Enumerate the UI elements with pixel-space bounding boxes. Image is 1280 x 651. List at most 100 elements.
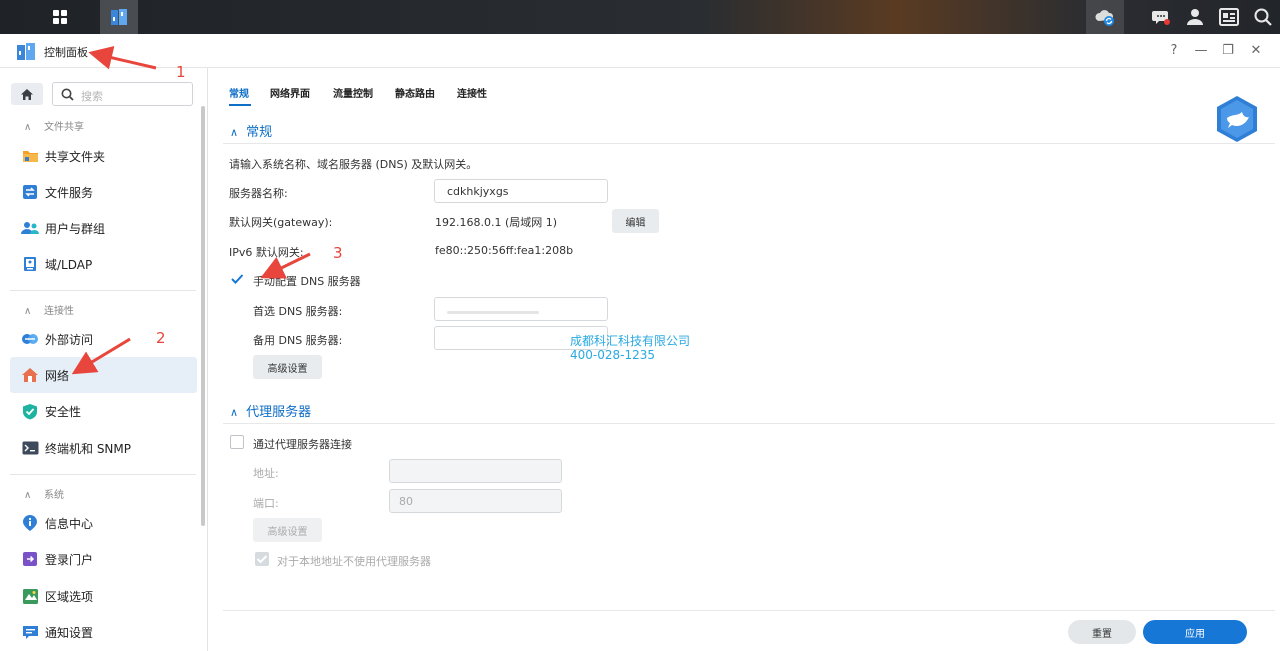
- tab-network-interface[interactable]: 网络界面: [270, 85, 310, 100]
- proxy-connect-checkbox[interactable]: [230, 435, 244, 449]
- control-panel-taskbar-button[interactable]: [100, 0, 138, 34]
- sidebar-item-label: 网络: [45, 368, 70, 383]
- gateway-label: 默认网关(gateway):: [229, 216, 333, 229]
- sidebar: 搜索 ∧ 文件共享 共享文件夹 文件服务 用户与群组 域/LDAP ∧ 连接性 外部…: [0, 68, 208, 651]
- server-name-value: cdkhkjyxgs: [447, 185, 509, 198]
- sidebar-item-terminal-snmp[interactable]: 终端机和 SNMP: [10, 430, 197, 466]
- group-header-general[interactable]: ∧ 常规: [230, 121, 272, 140]
- close-button[interactable]: ✕: [1248, 43, 1264, 58]
- sidebar-item-login-portal[interactable]: 登录门户: [10, 541, 197, 577]
- active-tab-indicator: [229, 104, 251, 106]
- terminal-icon: [21, 439, 39, 457]
- sidebar-item-file-services[interactable]: 文件服务: [10, 174, 197, 210]
- chevron-up-icon: ∧: [230, 406, 239, 419]
- annotation-number-2: 2: [156, 329, 166, 347]
- control-panel-app-icon: [17, 43, 35, 60]
- user-icon: [1187, 9, 1203, 25]
- window-header: 控制面板 ? — ❐ ✕: [0, 34, 1280, 68]
- section-header-connectivity[interactable]: ∧ 连接性: [24, 302, 74, 317]
- ipv6-gateway-label: IPv6 默认网关:: [229, 246, 304, 259]
- server-name-field[interactable]: cdkhkjyxgs: [434, 179, 608, 203]
- bypass-local-checkbox[interactable]: [255, 552, 269, 566]
- domain-ldap-icon: [21, 255, 39, 273]
- section-title: 系统: [44, 490, 64, 501]
- sidebar-item-domain-ldap[interactable]: 域/LDAP: [10, 246, 197, 282]
- sidebar-item-label: 通知设置: [45, 625, 94, 640]
- redacted-mask: [447, 311, 539, 314]
- alternate-dns-label: 备用 DNS 服务器:: [253, 334, 343, 347]
- help-button[interactable]: ?: [1166, 43, 1182, 58]
- chevron-up-icon: ∧: [230, 126, 239, 139]
- tab-static-route[interactable]: 静态路由: [395, 85, 435, 100]
- user-button[interactable]: [1178, 0, 1212, 34]
- manual-dns-checkbox[interactable]: [230, 272, 244, 286]
- section-header-system[interactable]: ∧ 系统: [24, 486, 64, 501]
- sidebar-item-regional-options[interactable]: 区域选项: [10, 578, 197, 614]
- dns-advanced-settings-button[interactable]: 高级设置: [253, 355, 322, 379]
- section-divider: [10, 474, 196, 475]
- proxy-port-field[interactable]: 80: [389, 489, 562, 513]
- sidebar-item-security[interactable]: 安全性: [10, 393, 197, 429]
- chevron-up-icon: ∧: [24, 490, 32, 501]
- annotation-number-1: 1: [176, 63, 186, 81]
- section-divider: [10, 290, 196, 291]
- sidebar-item-label: 外部访问: [45, 332, 94, 347]
- footer-divider: [223, 610, 1275, 611]
- cloud-sync-button[interactable]: [1086, 0, 1124, 34]
- proxy-advanced-settings-button[interactable]: 高级设置: [253, 518, 322, 542]
- tab-connectivity[interactable]: 连接性: [457, 85, 487, 100]
- external-access-icon: [21, 330, 39, 348]
- manual-dns-label: 手动配置 DNS 服务器: [253, 275, 361, 288]
- network-icon: [21, 366, 39, 384]
- section-title: 连接性: [44, 306, 74, 317]
- proxy-address-field[interactable]: [389, 459, 562, 483]
- search-placeholder: 搜索: [81, 90, 103, 103]
- checkmark-icon: [231, 274, 244, 284]
- search-icon: [61, 88, 74, 101]
- home-button[interactable]: [11, 83, 43, 105]
- group-header-proxy[interactable]: ∧ 代理服务器: [230, 401, 311, 420]
- tab-bar: 常规 网络界面 流量控制 静态路由 连接性: [209, 68, 1280, 108]
- tab-traffic-control[interactable]: 流量控制: [333, 85, 373, 100]
- chevron-up-icon: ∧: [24, 122, 32, 133]
- control-panel-app-icon: [111, 9, 127, 25]
- main-menu-icon: [53, 10, 67, 24]
- search-input[interactable]: 搜索: [52, 82, 193, 106]
- info-icon: [21, 514, 39, 532]
- home-icon: [21, 88, 33, 100]
- apply-button[interactable]: 应用: [1143, 620, 1247, 644]
- users-icon: [21, 219, 39, 237]
- sidebar-item-label: 终端机和 SNMP: [45, 441, 131, 456]
- sidebar-item-label: 区域选项: [45, 589, 94, 604]
- proxy-port-value: 80: [399, 495, 413, 508]
- search-button[interactable]: [1246, 0, 1280, 34]
- minimize-button[interactable]: —: [1193, 43, 1209, 58]
- restore-button[interactable]: ❐: [1220, 43, 1236, 58]
- sidebar-item-external-access[interactable]: 外部访问: [10, 321, 197, 357]
- gateway-value: 192.168.0.1 (局域网 1): [435, 216, 558, 229]
- sidebar-item-notification[interactable]: 通知设置: [10, 614, 197, 650]
- section-header-file-sharing[interactable]: ∧ 文件共享: [24, 118, 84, 133]
- server-name-label: 服务器名称:: [229, 187, 288, 200]
- chat-button[interactable]: [1144, 0, 1178, 34]
- preferred-dns-field[interactable]: [434, 297, 608, 321]
- sidebar-item-users-groups[interactable]: 用户与群组: [10, 210, 197, 246]
- sidebar-item-info-center[interactable]: 信息中心: [10, 505, 197, 541]
- search-icon: [1254, 8, 1272, 26]
- sidebar-scrollbar[interactable]: [201, 106, 205, 526]
- reset-button[interactable]: 重置: [1068, 620, 1136, 644]
- sidebar-item-label: 登录门户: [45, 552, 94, 567]
- sidebar-item-shared-folder[interactable]: 共享文件夹: [10, 138, 197, 174]
- checkmark-icon: [255, 552, 269, 566]
- main-menu-button[interactable]: [41, 0, 79, 34]
- tab-general[interactable]: 常规: [229, 85, 249, 100]
- group-title: 代理服务器: [246, 405, 312, 420]
- window-title: 控制面板: [44, 46, 88, 59]
- widgets-button[interactable]: [1212, 0, 1246, 34]
- brand-logo-icon: [1217, 96, 1257, 142]
- sidebar-item-network[interactable]: 网络: [10, 357, 197, 393]
- edit-gateway-button[interactable]: 编辑: [612, 209, 659, 233]
- annotation-number-3: 3: [333, 244, 343, 262]
- sidebar-item-label: 信息中心: [45, 516, 94, 531]
- widgets-icon: [1219, 8, 1239, 26]
